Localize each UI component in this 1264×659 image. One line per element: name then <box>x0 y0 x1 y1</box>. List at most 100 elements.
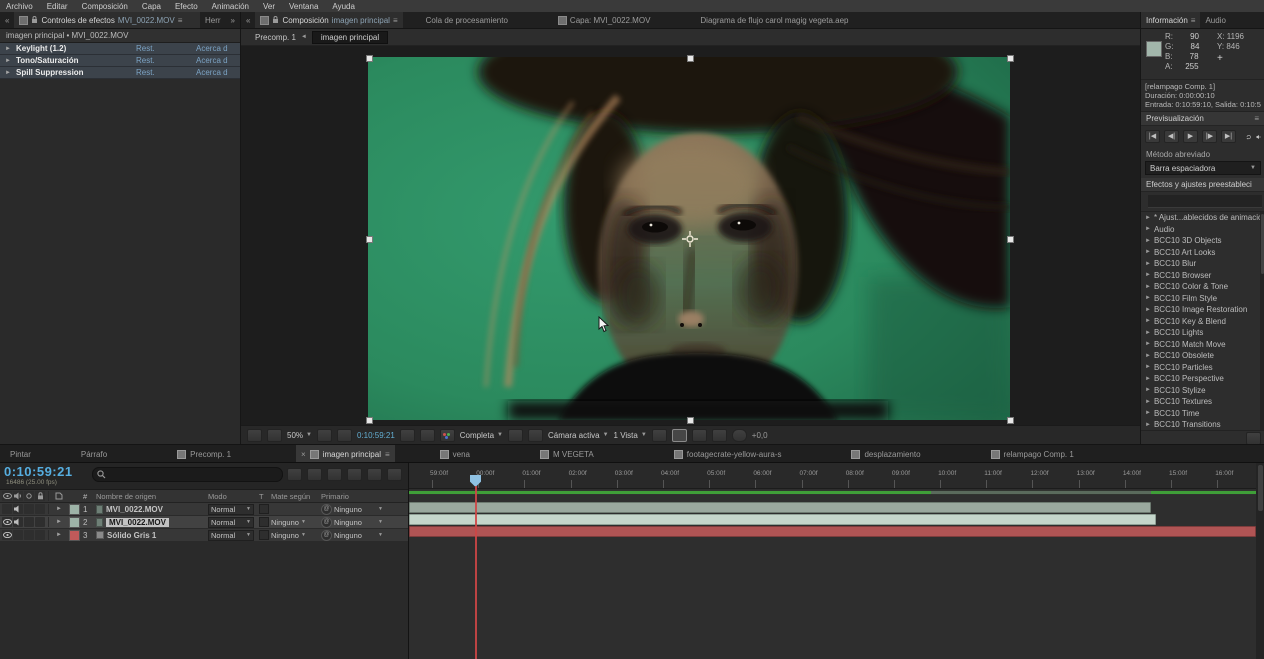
layer-color-chip[interactable] <box>69 516 80 528</box>
breadcrumb-current[interactable]: imagen principal <box>311 30 389 44</box>
loop-icon[interactable] <box>1246 132 1252 142</box>
viewer-timecode[interactable]: 0:10:59:21 <box>357 431 395 440</box>
menu-capa[interactable]: Capa <box>142 2 161 11</box>
effect-row-keylight[interactable]: ► Keylight (1.2) Rest. Acerca d <box>0 43 240 55</box>
shortcut-select[interactable]: Barra espaciadora ▼ <box>1145 161 1261 175</box>
expander-icon[interactable]: ► <box>1145 284 1151 290</box>
selection-handle[interactable] <box>1007 236 1014 243</box>
selection-handle[interactable] <box>366 236 373 243</box>
layer-row-1[interactable]: ► 1 MVI_0022.MOV Normal ▼ @ Ninguno ▼ <box>0 503 408 516</box>
blend-mode-select[interactable]: Normal ▼ <box>208 529 254 541</box>
pickwhip-icon[interactable]: @ <box>321 503 332 515</box>
expander-icon[interactable]: ► <box>1145 387 1151 393</box>
snapshot-icon[interactable] <box>399 428 415 442</box>
expander-icon[interactable]: ► <box>49 519 69 525</box>
selection-handle[interactable] <box>366 417 373 424</box>
timeline-search[interactable] <box>92 467 283 482</box>
trkmat-select[interactable]: Ninguno ▼ <box>271 518 321 527</box>
tab-flowchart[interactable]: Diagrama de flujo carol magig vegeta.aep <box>695 12 853 28</box>
transparency-grid-icon[interactable] <box>527 428 543 442</box>
parent-select[interactable]: Ninguno <box>334 505 362 514</box>
preset-category[interactable]: ► BCC10 Particles <box>1141 362 1264 374</box>
preset-category[interactable]: ► BCC10 Perspective <box>1141 373 1264 385</box>
pickwhip-icon[interactable]: @ <box>321 529 332 541</box>
exposure-value[interactable]: +0,0 <box>752 431 768 440</box>
resolution-select[interactable]: Completa ▼ <box>460 431 503 440</box>
tab-render-queue[interactable]: Cola de procesamiento <box>421 12 513 28</box>
solo-toggle[interactable] <box>24 504 34 514</box>
expander-icon[interactable]: ► <box>1145 364 1151 370</box>
tab-precomp1[interactable]: Precomp. 1 <box>172 445 236 463</box>
menu-composicion[interactable]: Composición <box>82 2 128 11</box>
preset-category[interactable]: ► BCC10 Stylize <box>1141 385 1264 397</box>
magnification-select[interactable]: 50% ▼ <box>287 431 312 440</box>
safe-frames-icon[interactable] <box>316 428 332 442</box>
expander-icon[interactable]: ► <box>1145 318 1151 324</box>
layer-name[interactable]: Sólido Gris 1 <box>107 531 156 540</box>
tab-effect-controls[interactable]: Controles de efectos MVI_0022.MOV ≡ <box>14 12 200 28</box>
menu-ventana[interactable]: Ventana <box>289 2 318 11</box>
expander-icon[interactable]: ► <box>1145 215 1151 221</box>
solo-toggle[interactable] <box>24 530 34 540</box>
next-frame-button[interactable]: |▶ <box>1202 130 1217 143</box>
timeline-scrollbar[interactable] <box>1256 463 1264 659</box>
layer-name[interactable]: MVI_0022.MOV <box>106 517 169 527</box>
preset-category[interactable]: ► BCC10 Obsolete <box>1141 350 1264 362</box>
selection-handle[interactable] <box>366 55 373 62</box>
tab-desplazamiento[interactable]: desplazamiento <box>846 445 925 463</box>
preset-category[interactable]: ► BCC10 Time <box>1141 408 1264 420</box>
expander-icon[interactable]: ► <box>1145 295 1151 301</box>
panel-collapse-icon[interactable]: « <box>241 12 255 28</box>
show-snapshot-icon[interactable] <box>419 428 435 442</box>
composition-viewport[interactable] <box>241 46 1140 425</box>
current-time-display[interactable]: 0:10:59:21 <box>4 464 73 479</box>
trkmat-header[interactable]: Mate según <box>271 492 321 501</box>
layer-bar-1[interactable] <box>409 501 1151 513</box>
fast-preview-icon[interactable] <box>671 428 687 442</box>
last-frame-button[interactable]: ▶| <box>1221 130 1236 143</box>
expander-icon[interactable]: ► <box>1145 238 1151 244</box>
lock-toggle[interactable] <box>35 504 45 514</box>
tab-pintar[interactable]: Pintar <box>0 445 36 463</box>
selection-handle[interactable] <box>687 417 694 424</box>
panel-menu-icon[interactable]: ≡ <box>1254 112 1259 125</box>
reset-link[interactable]: Rest. <box>136 44 196 53</box>
parent-select[interactable]: Ninguno <box>334 531 362 540</box>
hide-shy-layers-icon[interactable] <box>327 468 342 481</box>
main-viewer-icon[interactable] <box>267 428 282 442</box>
preset-category[interactable]: ► BCC10 Match Move <box>1141 339 1264 351</box>
more-tabs-icon[interactable]: » <box>226 12 240 28</box>
tab-composition[interactable]: Composición imagen principal ≡ <box>255 12 403 28</box>
audio-toggle[interactable] <box>13 530 23 540</box>
preset-category[interactable]: ► BCC10 Key & Blend <box>1141 316 1264 328</box>
draft-3d-icon[interactable] <box>307 468 322 481</box>
expander-icon[interactable]: ► <box>0 70 16 76</box>
video-toggle[interactable] <box>2 530 12 540</box>
about-link[interactable]: Acerca d <box>196 68 240 77</box>
play-button[interactable]: ▶ <box>1183 130 1198 143</box>
panel-menu-icon[interactable]: ≡ <box>393 16 398 25</box>
expander-icon[interactable]: ► <box>1145 307 1151 313</box>
parent-header[interactable]: Primario <box>321 492 408 501</box>
region-of-interest-icon[interactable] <box>336 428 352 442</box>
reset-link[interactable]: Rest. <box>136 68 196 77</box>
expander-icon[interactable]: ► <box>1145 399 1151 405</box>
source-name-header[interactable]: Nombre de origen <box>96 492 208 501</box>
effect-row-spill-suppression[interactable]: ► Spill Suppression Rest. Acerca d <box>0 67 240 79</box>
preset-category[interactable]: ► Audio <box>1141 224 1264 236</box>
preview-panel-header[interactable]: Previsualización ≡ <box>1141 112 1264 126</box>
menu-editar[interactable]: Editar <box>47 2 68 11</box>
selection-handle[interactable] <box>687 55 694 62</box>
tab-m-vegeta[interactable]: M VEGETA <box>535 445 599 463</box>
reset-exposure-icon[interactable] <box>731 428 747 442</box>
expander-icon[interactable]: ► <box>1145 353 1151 359</box>
about-link[interactable]: Acerca d <box>196 44 240 53</box>
preserve-transparency-toggle[interactable] <box>259 517 269 527</box>
anchor-point-icon[interactable] <box>682 231 698 247</box>
time-ruler[interactable]: 59:00f 00:00f 01:00f 02:00f 03:00f 04:00… <box>409 463 1264 489</box>
lock-toggle[interactable] <box>35 517 45 527</box>
audio-toggle[interactable] <box>13 504 23 514</box>
preset-category[interactable]: ► BCC10 Color & Tone <box>1141 281 1264 293</box>
selection-handle[interactable] <box>1007 417 1014 424</box>
tab-imagen-principal[interactable]: × imagen principal ≡ <box>296 445 395 463</box>
